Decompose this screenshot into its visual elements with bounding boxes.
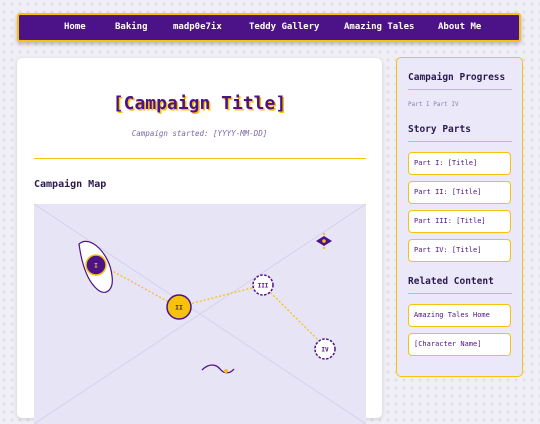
marker-ii[interactable]: II	[166, 294, 192, 320]
story-part-4-link[interactable]: Part IV: [Title]	[408, 239, 511, 262]
marker-iii[interactable]: III	[252, 274, 274, 296]
divider	[408, 141, 512, 142]
map-canvas: I II III IV	[34, 204, 366, 424]
campaign-map[interactable]: I II III IV	[34, 204, 366, 424]
related-link-character[interactable]: [Character Name]	[408, 333, 511, 356]
nav-amazing-tales[interactable]: Amazing Tales	[344, 15, 414, 40]
marker-i[interactable]: I	[85, 254, 107, 276]
map-heading: Campaign Map	[34, 179, 107, 190]
marker-iv[interactable]: IV	[314, 338, 336, 360]
story-part-2-link[interactable]: Part II: [Title]	[408, 181, 511, 204]
main-content: [Campaign Title] Campaign started: [YYYY…	[17, 58, 382, 424]
story-part-1-link[interactable]: Part I: [Title]	[408, 152, 511, 175]
divider	[408, 293, 512, 294]
story-part-3-link[interactable]: Part III: [Title]	[408, 210, 511, 233]
nav-baking[interactable]: Baking	[115, 15, 148, 40]
campaign-started-date: Campaign started: [YYYY-MM-DD]	[131, 129, 268, 138]
marker-label: II	[175, 304, 183, 312]
campaign-route	[95, 261, 326, 348]
nav-about-me[interactable]: About Me	[438, 15, 481, 40]
page-title: [Campaign Title]	[112, 93, 287, 114]
top-nav: Home Baking madp0e7ix Teddy Gallery Amaz…	[17, 13, 521, 42]
nav-teddy-gallery[interactable]: Teddy Gallery	[249, 15, 319, 40]
nav-home[interactable]: Home	[64, 15, 86, 40]
divider	[408, 89, 512, 90]
nav-madp0e7ix[interactable]: madp0e7ix	[173, 15, 222, 40]
related-link-amazing-tales-home[interactable]: Amazing Tales Home	[408, 304, 511, 327]
marker-label: I	[94, 262, 98, 270]
progress-heading: Campaign Progress	[408, 72, 506, 83]
marker-label: IV	[321, 347, 329, 354]
story-parts-heading: Story Parts	[408, 124, 471, 135]
related-content-heading: Related Content	[408, 276, 494, 287]
sidebar: Campaign Progress Part I Part IV Story P…	[396, 57, 523, 377]
squiggle-icon	[201, 364, 235, 374]
marker-label: III	[258, 283, 269, 290]
divider	[34, 158, 366, 159]
progress-text: Part I Part IV	[408, 101, 459, 108]
